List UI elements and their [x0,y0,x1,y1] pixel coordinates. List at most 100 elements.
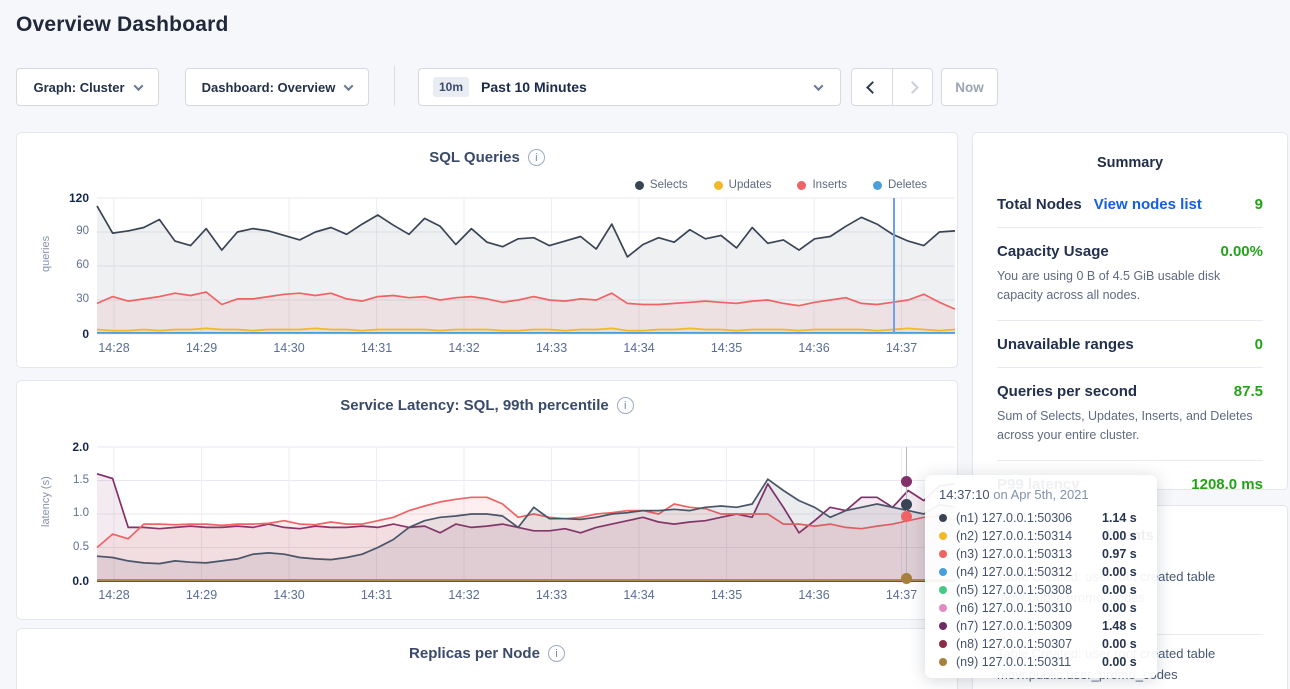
time-range-label: Past 10 Minutes [481,79,587,95]
node-color-dot-icon [939,640,947,648]
y-tick-label: 1.5 [49,474,89,486]
time-step-buttons [851,68,933,106]
tooltip-timestamp: 14:37:10 on Apr 5th, 2021 [939,487,1143,502]
view-nodes-list-link[interactable]: View nodes list [1094,196,1202,213]
tooltip-time: 14:37:10 [939,487,990,502]
tooltip-node-value: 0.00 s [1102,601,1137,615]
chart-title: Replicas per Node [409,645,540,662]
tooltip-row: (n2) 127.0.0.1:503140.00 s [939,527,1143,545]
x-tick-label: 14:35 [699,341,755,355]
summary-title: Summary [973,155,1287,171]
tooltip-node-label: (n2) 127.0.0.1:50314 [956,529,1102,543]
summary-panel: Summary Total Nodes View nodes list 9 Ca… [972,132,1288,490]
x-tick-label: 14:32 [436,341,492,355]
page-title: Overview Dashboard [16,13,229,37]
sql-queries-plot[interactable]: queries030609012014:2814:2914:3014:3114:… [97,198,955,334]
node-color-dot-icon [939,658,947,666]
y-tick-label: 60 [49,259,89,271]
y-tick-label: 1.0 [49,507,89,519]
qps-desc: Sum of Selects, Updates, Inserts, and De… [997,407,1263,446]
now-button[interactable]: Now [941,68,998,106]
p99-latency-value: 1208.0 ms [1191,476,1263,493]
time-forward-button[interactable] [892,69,932,105]
legend-item-inserts[interactable]: Inserts [797,179,847,191]
x-tick-label: 14:36 [786,588,842,602]
tooltip-node-value: 0.97 s [1102,547,1137,561]
y-tick-label: 0 [49,327,89,341]
overview-dashboard-page: Overview Dashboard Graph: Cluster Dashbo… [0,0,1290,689]
x-tick-label: 14:28 [86,588,142,602]
tooltip-node-value: 0.00 s [1102,655,1137,669]
info-icon[interactable]: i [617,397,634,414]
tooltip-node-value: 0.00 s [1102,583,1137,597]
tooltip-node-value: 1.48 s [1102,619,1137,633]
node-color-dot-icon [939,604,947,612]
x-tick-label: 14:37 [874,341,930,355]
y-tick-label: 2.0 [49,440,89,454]
x-tick-label: 14:29 [174,341,230,355]
legend-item-deletes[interactable]: Deletes [873,179,927,191]
chevron-right-icon [906,81,919,94]
tooltip-row: (n8) 127.0.0.1:503070.00 s [939,635,1143,653]
info-icon[interactable]: i [528,149,545,166]
legend-label: Inserts [812,179,847,191]
tooltip-row: (n9) 127.0.0.1:503110.00 s [939,653,1143,671]
chevron-down-icon [133,81,143,91]
qps-value: 87.5 [1234,383,1263,400]
x-tick-label: 14:34 [611,341,667,355]
tooltip-node-label: (n1) 127.0.0.1:50306 [956,511,1102,525]
tooltip-node-label: (n7) 127.0.0.1:50309 [956,619,1102,633]
chart-title: SQL Queries [429,149,520,166]
x-tick-label: 14:29 [174,588,230,602]
summary-row-total-nodes: Total Nodes View nodes list 9 [997,181,1263,228]
chart-hover-tooltip: 14:37:10 on Apr 5th, 2021 (n1) 127.0.0.1… [925,475,1157,678]
total-nodes-label: Total Nodes [997,196,1082,213]
legend-label: Selects [650,179,688,191]
x-tick-label: 14:35 [699,588,755,602]
x-tick-label: 14:33 [524,341,580,355]
graph-dropdown[interactable]: Graph: Cluster [16,68,159,106]
unavailable-ranges-label: Unavailable ranges [997,336,1134,353]
capacity-desc: You are using 0 B of 4.5 GiB usable disk… [997,267,1263,306]
legend-dot-icon [797,181,806,190]
hover-line [893,198,895,334]
legend-label: Updates [729,179,772,191]
time-back-button[interactable] [852,69,892,105]
legend-dot-icon [714,181,723,190]
dashboard-dropdown-label: Dashboard: Overview [202,80,336,95]
y-tick-label: 120 [49,191,89,205]
x-tick-label: 14:34 [611,588,667,602]
tooltip-node-value: 1.14 s [1102,511,1137,525]
capacity-label: Capacity Usage [997,243,1109,260]
info-icon[interactable]: i [548,645,565,662]
chart-title: Service Latency: SQL, 99th percentile [340,397,608,414]
legend-item-selects[interactable]: Selects [635,179,688,191]
tooltip-node-value: 0.00 s [1102,529,1137,543]
tooltip-node-value: 0.00 s [1102,565,1137,579]
dashboard-dropdown[interactable]: Dashboard: Overview [185,68,369,106]
x-tick-label: 14:30 [261,341,317,355]
x-tick-label: 14:31 [349,341,405,355]
x-tick-label: 14:30 [261,588,317,602]
node-color-dot-icon [939,550,947,558]
tooltip-node-label: (n5) 127.0.0.1:50308 [956,583,1102,597]
legend-dot-icon [873,181,882,190]
tooltip-node-label: (n9) 127.0.0.1:50311 [956,655,1102,669]
summary-row-qps: Queries per second 87.5 Sum of Selects, … [997,368,1263,461]
qps-label: Queries per second [997,383,1137,400]
legend-item-updates[interactable]: Updates [714,179,772,191]
service-latency-plot[interactable]: latency (s)0.00.51.01.52.014:2814:2914:3… [97,447,955,581]
chart-legend: Selects Updates Inserts Deletes [635,179,927,191]
chevron-left-icon [866,81,879,94]
tooltip-row: (n4) 127.0.0.1:503120.00 s [939,563,1143,581]
service-latency-chart-card: Service Latency: SQL, 99th percentile i … [16,380,958,620]
replicas-chart-card: Replicas per Node i [16,628,958,689]
x-tick-label: 14:31 [349,588,405,602]
tooltip-node-label: (n3) 127.0.0.1:50313 [956,547,1102,561]
tooltip-node-label: (n6) 127.0.0.1:50310 [956,601,1102,615]
legend-dot-icon [635,181,644,190]
capacity-value: 0.00% [1220,243,1263,260]
tooltip-row: (n6) 127.0.0.1:503100.00 s [939,599,1143,617]
y-tick-label: 0.0 [49,574,89,588]
time-range-dropdown[interactable]: 10m Past 10 Minutes [418,68,841,106]
